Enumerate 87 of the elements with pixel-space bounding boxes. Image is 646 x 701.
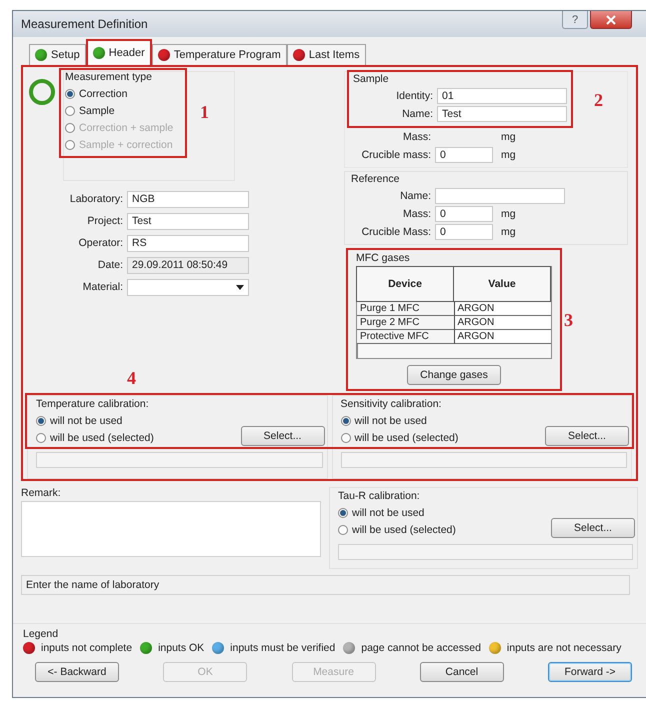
radio-button[interactable] [65,88,75,98]
input-field[interactable]: NGB [127,190,249,208]
input-field[interactable]: 0 [435,147,493,163]
input-field[interactable]: 29.09.2011 08:50:49 [127,256,249,274]
dialog-button[interactable]: <- Backward [35,662,119,682]
select-button[interactable]: Select... [545,426,629,446]
legend-label: inputs must be verified [230,642,336,654]
field-label: Mass: [402,208,431,220]
field-label: Laboratory: [68,193,123,205]
group-title: Measurement type [65,71,153,83]
legend-label: inputs are not necessary [506,642,622,654]
field-label: Identity: [395,90,433,102]
field-label: Operator: [78,237,123,249]
input-field[interactable]: 0 [435,206,493,222]
unit-label: mg [501,131,516,143]
table-cell: Protective MFC [357,330,454,344]
field-label: Name: [401,108,433,120]
radio-button[interactable] [65,106,75,116]
legend-label: page cannot be accessed [361,642,481,654]
radio-option[interactable]: Correction [65,85,181,102]
annotation-number: 2 [594,90,603,111]
ring-icon [27,77,57,107]
unit-label: mg [501,226,516,238]
field-label: Date: [96,259,123,271]
radio-button[interactable] [338,508,348,518]
field-label: Crucible Mass: [360,226,431,238]
radio-button[interactable] [338,524,348,534]
legend-label: inputs OK [158,642,204,654]
radio-option[interactable]: will be used (selected) [340,429,458,446]
input-field[interactable]: RS [127,234,249,252]
tab[interactable]: Temperature Program [152,44,287,65]
caret-icon [236,284,244,290]
input-field[interactable]: Test [127,212,249,230]
tab[interactable]: Header [86,39,152,65]
field-label: Remark: [21,487,62,499]
input-field[interactable]: 0 [435,224,493,240]
dropdown-field[interactable] [127,278,249,296]
column-header: Value [453,266,551,302]
group-title: Tau-R calibration: [338,490,421,502]
dialog-button[interactable]: Forward -> [548,662,632,682]
radio-button[interactable] [36,432,46,442]
close-button[interactable] [590,11,632,29]
input-field[interactable] [435,188,565,204]
radio-option[interactable]: will be used (selected) [36,429,154,446]
input-field[interactable]: Test [437,106,567,122]
input-field[interactable]: 01 [437,88,567,104]
radio-option[interactable]: will be used (selected) [338,521,456,538]
radio-button[interactable] [340,416,350,426]
unit-label: mg [501,208,516,220]
legend-title: Legend [23,628,60,640]
group-title: MFC gases [356,252,411,264]
field-label: Material: [82,281,123,293]
change-gases-button[interactable]: Change gases [407,365,501,385]
help-button[interactable]: ? [562,11,588,29]
group-title: Sample [353,73,390,85]
radio-option[interactable]: will not be used [338,504,456,521]
dialog-button[interactable]: Cancel [420,662,504,682]
group-title: Sensitivity calibration: [340,398,442,410]
select-button[interactable]: Select... [240,426,324,446]
legend-label: inputs not complete [41,642,132,654]
window-title: Measurement Definition [21,17,148,31]
field-label: Crucible mass: [360,149,431,161]
tab[interactable]: Setup [29,44,86,65]
field-label: Project: [86,215,123,227]
group-title: Temperature calibration: [36,398,150,410]
radio-button[interactable] [36,416,46,426]
tab[interactable]: Last Items [286,44,366,65]
table-cell: Purge 1 MFC [357,302,454,316]
hint-bar: Enter the name of laboratory [21,575,630,595]
unit-label: mg [501,149,516,161]
field-label: Mass: [402,131,431,143]
annotation-number: 3 [564,310,573,331]
annotation-number: 4 [127,368,136,388]
group-title: Reference [351,173,400,185]
radio-button[interactable] [340,432,350,442]
field-label: Name: [399,190,431,202]
select-button[interactable]: Select... [551,518,635,538]
remark-field[interactable] [21,501,321,557]
annotation-number: 1 [200,102,209,123]
table-cell: ARGON [454,316,551,330]
close-icon [606,14,616,24]
table-cell: ARGON [454,302,551,316]
table-cell: ARGON [454,330,551,344]
radio-option[interactable]: will not be used [36,412,154,429]
radio-option[interactable]: will not be used [340,412,458,429]
radio-option[interactable]: Sample [65,102,181,119]
table-cell: Purge 2 MFC [357,316,454,330]
